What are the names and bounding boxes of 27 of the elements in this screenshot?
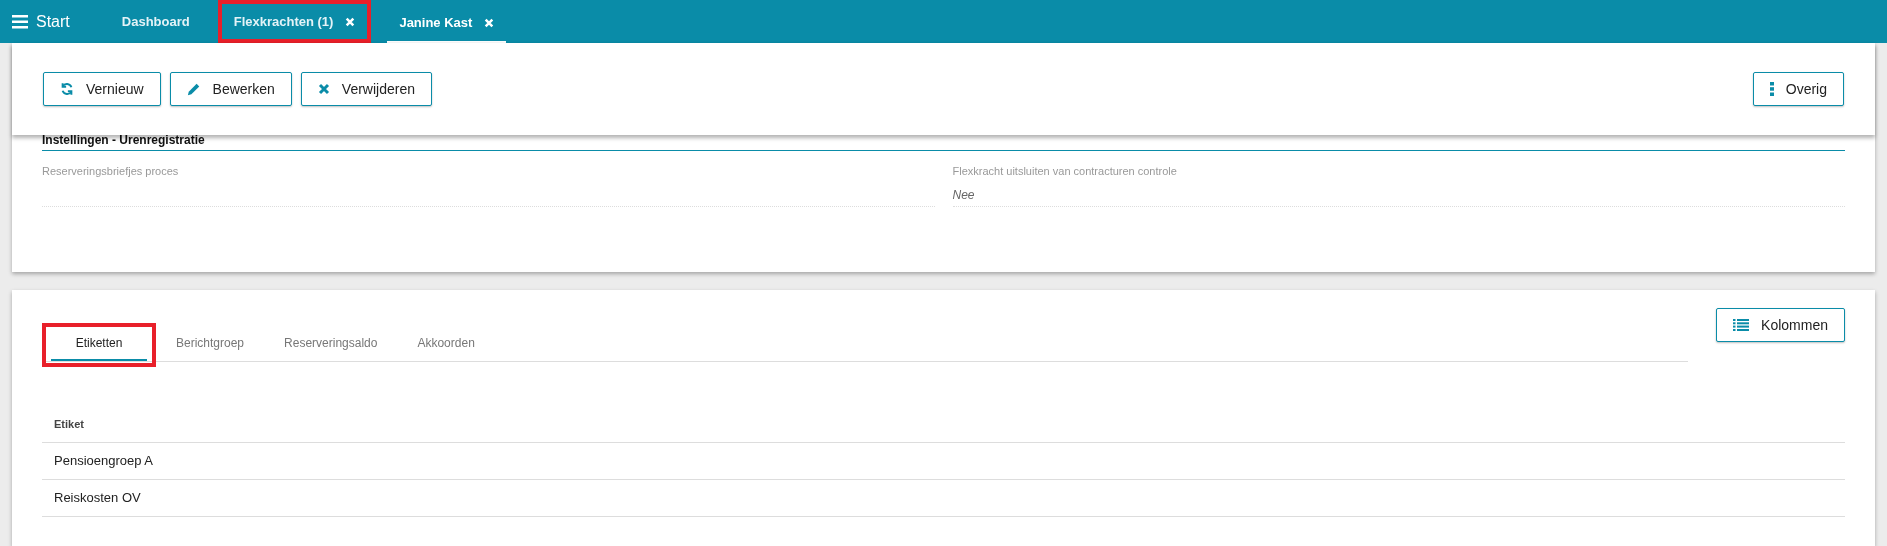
toolbar-button[interactable]: Vernieuw [43, 72, 161, 106]
toolbar-button[interactable]: Bewerken [169, 72, 292, 106]
page-tab[interactable]: Flexkrachten (1) [217, 0, 372, 43]
more-icon [1769, 82, 1774, 96]
list-icon [1733, 319, 1750, 331]
pencil-icon [186, 82, 201, 96]
field-label: Flexkracht uitsluiten van contracturen controle [952, 164, 1178, 179]
start-menu-button[interactable]: Start [0, 0, 102, 43]
detail-tab[interactable]: Reserveringsaldo [264, 323, 398, 367]
close-icon[interactable] [484, 18, 495, 28]
close-icon [317, 83, 330, 95]
table-cell-text: Pensioengroep A [54, 452, 154, 471]
close-icon[interactable] [345, 16, 356, 27]
detail-tab[interactable]: Etiketten [42, 323, 156, 367]
detail-tab[interactable]: Akkoorden [397, 323, 495, 367]
table-cell-text: Reiskosten OV [54, 489, 141, 508]
section-title: Instellingen - Urenregistratie [42, 133, 1845, 151]
menu-icon [12, 14, 28, 29]
columns-button[interactable]: Kolommen [1716, 308, 1845, 342]
column-header: Etiket [54, 416, 84, 432]
field-value: Nee [952, 186, 976, 204]
refresh-icon [60, 82, 74, 96]
page-tab[interactable]: Dashboard [109, 0, 202, 43]
more-button[interactable]: Overig [1752, 72, 1844, 106]
detail-tab[interactable]: Berichtgroep [156, 323, 265, 367]
toolbar-button[interactable]: Verwijderen [300, 72, 432, 106]
field-label: Reserveringsbriefjes proces [42, 164, 180, 179]
